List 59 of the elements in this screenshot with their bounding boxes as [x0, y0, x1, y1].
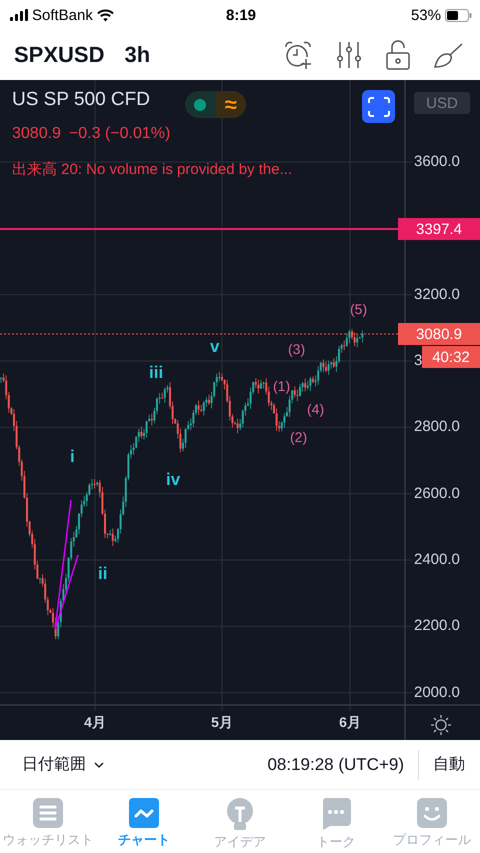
wifi-icon	[96, 8, 114, 22]
battery-icon	[445, 8, 472, 22]
month-label: 4月	[83, 714, 107, 732]
price-tick-label: 3	[414, 352, 422, 370]
chart-icon	[129, 798, 159, 828]
price-tick-label: 2200.0	[414, 617, 460, 636]
smiley-icon	[417, 798, 447, 828]
volume-note: 出来高 20: No volume is provided by the...	[12, 160, 292, 179]
bar-countdown-label: 40:32	[422, 346, 480, 368]
date-range-button[interactable]: 日付範囲	[22, 754, 104, 775]
price-tick-label: 3600.0	[414, 153, 460, 171]
clock-time: 8:19	[226, 6, 256, 24]
tab[interactable]: アイデア	[192, 790, 288, 853]
caret-icon	[94, 762, 104, 768]
price-tick-label: 2800.0	[414, 418, 460, 436]
tab[interactable]: トーク	[288, 790, 384, 853]
unlocked-padlock-icon[interactable]	[384, 39, 412, 71]
instrument-name: US SP 500 CFD	[12, 89, 150, 111]
price-tick-label: 2600.0	[414, 484, 460, 503]
sun-icon[interactable]	[430, 714, 452, 736]
tab[interactable]: チャート	[96, 790, 192, 853]
fullscreen-button[interactable]	[362, 90, 395, 123]
legend-change: −0.3 (−0.01%)	[68, 125, 170, 143]
list-icon	[33, 798, 63, 828]
alarm-clock-icon[interactable]	[282, 39, 314, 71]
tab[interactable]: ウォッチリスト	[0, 790, 96, 853]
price-tick-label: 2400.0	[414, 551, 460, 570]
month-label: 5月	[210, 714, 234, 732]
delayed-data-mark: ≈	[216, 91, 246, 118]
wave-label: iv	[166, 471, 180, 489]
speech-bubble-icon	[321, 798, 351, 830]
sliders-icon[interactable]	[334, 40, 364, 70]
battery-percent: 53%	[410, 6, 441, 24]
wave-label: (2)	[290, 428, 308, 446]
wave-label: (4)	[307, 400, 324, 418]
wave-label: (5)	[350, 300, 368, 318]
currency-label[interactable]: USD	[414, 92, 470, 114]
legend-price: 3080.9	[12, 125, 61, 143]
wave-label: i	[70, 448, 75, 466]
horizontal-line-price-label: 3397.4	[398, 218, 480, 240]
signal-icon	[10, 9, 28, 21]
last-price-label: 3080.9	[398, 323, 480, 345]
symbol-name[interactable]: SPXUSD	[14, 42, 104, 68]
tab[interactable]: プロフィール	[384, 790, 480, 853]
interval-selector[interactable]: 3h	[124, 42, 282, 68]
price-tick-label: 2000.0	[414, 684, 460, 702]
current-time[interactable]: 08:19:28 (UTC+9)	[267, 750, 419, 780]
wave-label: iii	[149, 364, 164, 382]
price-tick-label: 3200.0	[414, 286, 460, 304]
carrier-name: SoftBank	[32, 6, 93, 24]
wave-label: ii	[98, 565, 108, 583]
wave-label: v	[210, 338, 220, 356]
wave-label: (3)	[288, 340, 306, 358]
fullscreen-icon	[368, 96, 390, 116]
market-open-dot-icon	[194, 98, 206, 110]
wave-label: (1)	[273, 377, 290, 395]
month-label: 6月	[338, 714, 362, 732]
auto-scale-button[interactable]: 自動	[419, 754, 465, 775]
lightbulb-icon	[226, 798, 254, 830]
